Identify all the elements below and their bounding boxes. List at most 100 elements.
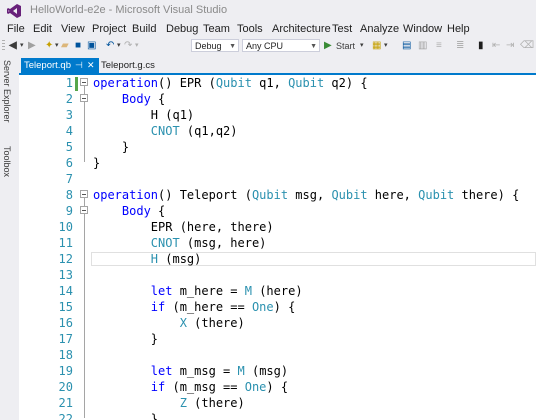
save-icon[interactable]: ■ [75,39,81,53]
browser-link-icon[interactable]: ▦ [372,39,381,53]
collapse-icon[interactable] [80,94,88,102]
code-line[interactable]: 9 Body { [19,203,536,219]
uncomment-icon[interactable]: ≣ [456,39,464,53]
code-line[interactable]: 1 operation() EPR (Qubit q1, Qubit q2) { [19,75,536,91]
clear-bookmarks-icon[interactable]: ⌫ [520,39,534,53]
toolbar-grip[interactable] [2,40,5,52]
solution-configuration-value: Debug [195,41,222,51]
menu-edit[interactable]: Edit [33,23,52,35]
redo-dropdown-icon[interactable]: ▾ [135,39,139,53]
code-line[interactable]: 13 [19,267,536,283]
solution-explorer-icon[interactable]: ▤ [402,39,411,53]
collapse-icon[interactable] [80,206,88,214]
start-dropdown-icon[interactable]: ▾ [360,39,364,53]
pin-icon[interactable]: ⊣ [75,58,83,73]
line-number: 3 [65,108,73,122]
collapse-icon[interactable] [80,78,88,86]
start-debugging-icon[interactable]: ▶ [324,39,332,53]
code-text: } [93,140,130,154]
solution-platform-select[interactable]: Any CPU ▼ [242,39,320,52]
close-icon[interactable]: ✕ [87,58,95,73]
new-project-icon[interactable]: ✦ [45,39,53,53]
code-line[interactable]: 6} [19,155,536,171]
open-file-icon[interactable]: ▰ [61,39,69,53]
new-project-dropdown-icon[interactable]: ▾ [55,39,59,53]
start-button[interactable]: Start [336,39,355,53]
standard-toolbar: ◀ ▾ ▶ ✦ ▾ ▰ ■ ▣ ↶ ▾ ↷ ▾ Debug ▼ Any CPU … [0,39,536,55]
code-line[interactable]: 12 H (msg) [19,251,536,267]
redo-icon[interactable]: ↷ [124,39,132,53]
code-line[interactable]: 10 EPR (here, there) [19,219,536,235]
line-number: 4 [65,124,73,138]
line-number: 1 [65,76,73,90]
back-dropdown-icon[interactable]: ▾ [20,39,24,53]
code-line[interactable]: 14 let m_here = M (here) [19,283,536,299]
menu-tools[interactable]: Tools [237,23,263,35]
window-title: HelloWorld-e2e - Microsoft Visual Studio [30,4,228,16]
code-line[interactable]: 5 } [19,139,536,155]
line-number: 5 [65,140,73,154]
line-number: 6 [65,156,73,170]
code-line[interactable]: 15 if (m_here == One) { [19,299,536,315]
menu-window[interactable]: Window [403,23,442,35]
solution-platform-value: Any CPU [246,41,284,51]
menu-build[interactable]: Build [132,23,156,35]
properties-icon[interactable]: ▥ [418,39,427,53]
code-text: let m_here = M (here) [150,284,303,298]
tab-teleport-qb[interactable]: Teleport.qb ⊣ ✕ [21,58,99,73]
browser-link-dropdown-icon[interactable]: ▾ [384,39,388,53]
code-editor[interactable]: 1 operation() EPR (Qubit q1, Qubit q2) {2… [19,75,536,420]
code-line[interactable]: 2 Body { [19,91,536,107]
code-line[interactable]: 19 let m_msg = M (msg) [19,363,536,379]
line-number: 7 [65,172,73,186]
code-text: let m_msg = M (msg) [150,364,289,378]
code-line[interactable]: 11 CNOT (msg, here) [19,235,536,251]
toolbox-tab[interactable]: Toolbox [2,146,12,177]
code-text: } [93,156,101,170]
code-text: if (m_msg == One) { [150,380,289,394]
code-line[interactable]: 8 operation() Teleport (Qubit msg, Qubit … [19,187,536,203]
save-all-icon[interactable]: ▣ [87,39,96,53]
line-number: 11 [58,236,73,250]
collapse-icon[interactable] [80,190,88,198]
undo-icon[interactable]: ↶ [106,39,114,53]
solution-configuration-select[interactable]: Debug ▼ [191,39,239,52]
code-line[interactable]: 21 Z (there) [19,395,536,411]
undo-dropdown-icon[interactable]: ▾ [117,39,121,53]
bookmark-icon[interactable]: ▮ [478,39,484,53]
code-line[interactable]: 20 if (m_msg == One) { [19,379,536,395]
code-line[interactable]: 18 [19,347,536,363]
menu-debug[interactable]: Debug [166,23,198,35]
line-number: 14 [58,284,73,298]
menu-file[interactable]: File [7,23,25,35]
menu-help[interactable]: Help [447,23,470,35]
code-line[interactable]: 17 } [19,331,536,347]
navigate-forward-icon[interactable]: ▶ [28,39,36,53]
code-line[interactable]: 22 } [19,411,536,420]
code-text: } [93,412,159,420]
code-text: Z (there) [179,396,245,410]
tab-teleport-g-cs[interactable]: Teleport.g.cs [101,58,155,73]
line-number: 15 [58,300,73,314]
code-line[interactable]: 7 [19,171,536,187]
visual-studio-logo-icon [7,4,21,18]
menu-project[interactable]: Project [92,23,126,35]
navigate-back-icon[interactable]: ◀ [9,39,17,53]
code-line[interactable]: 16 X (there) [19,315,536,331]
tab-label: Teleport.g.cs [101,60,155,71]
code-line[interactable]: 3 H (q1) [19,107,536,123]
line-number: 8 [65,188,73,202]
comment-icon[interactable]: ≡ [436,39,442,53]
menu-architecture[interactable]: Architecture [272,23,331,35]
previous-bookmark-icon[interactable]: ⇤ [492,39,500,53]
menu-test[interactable]: Test [332,23,352,35]
code-line[interactable]: 4 CNOT (q1,q2) [19,123,536,139]
code-text: operation() EPR (Qubit q1, Qubit q2) { [93,76,368,90]
code-text: H (q1) [93,108,195,122]
chevron-down-icon: ▼ [310,43,317,50]
menu-team[interactable]: Team [203,23,230,35]
server-explorer-tab[interactable]: Server Explorer [2,60,12,123]
next-bookmark-icon[interactable]: ⇥ [506,39,514,53]
menu-view[interactable]: View [61,23,85,35]
menu-analyze[interactable]: Analyze [360,23,399,35]
